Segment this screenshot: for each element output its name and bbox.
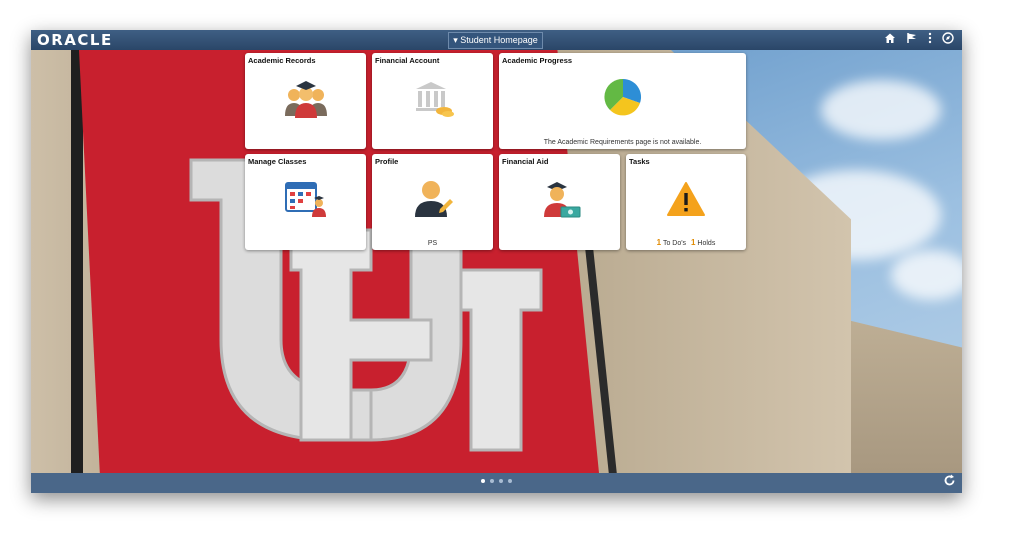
holds-count: 1 [691, 238, 696, 247]
tile-title: Profile [375, 157, 399, 166]
page-dot[interactable] [499, 479, 503, 483]
warning-icon [667, 182, 705, 216]
graduate-group-icon [285, 81, 327, 118]
profile-initials: PS [427, 240, 438, 247]
top-navigation-bar: ORACLE ▾ Student Homepage [31, 30, 962, 50]
todos-count: 1 [656, 238, 662, 247]
tile-title: Academic Progress [502, 56, 573, 65]
background-image [31, 50, 962, 473]
cloud [891, 250, 962, 300]
tile-title: Financial Aid [502, 157, 549, 166]
tile-title: Academic Records [248, 56, 316, 65]
tile-title: Financial Account [375, 56, 440, 65]
navbar-icon[interactable] [942, 32, 954, 48]
banner-edge [71, 50, 83, 473]
page-dot[interactable] [490, 479, 494, 483]
tile-academic-records[interactable]: Academic Records [245, 53, 366, 149]
cloud [821, 80, 941, 140]
tile-message: The Academic Requirements page is not av… [543, 139, 702, 146]
oracle-logo: ORACLE [37, 31, 113, 49]
bank-icon [416, 82, 454, 117]
page-dot[interactable] [508, 479, 512, 483]
graduate-money-icon [544, 182, 581, 218]
tile-financial-aid[interactable]: Financial Aid [499, 154, 620, 250]
page-dot[interactable] [481, 479, 485, 483]
page-indicator[interactable] [481, 479, 512, 483]
homepage-selector[interactable]: ▾ Student Homepage [448, 32, 543, 49]
user-edit-icon [415, 181, 453, 217]
tile-profile[interactable]: Profile PS [372, 154, 493, 250]
tile-academic-progress[interactable]: Academic Progress The Academic Requireme… [499, 53, 746, 149]
refresh-icon[interactable] [943, 474, 956, 490]
todos-label: To Do's [662, 240, 687, 247]
tile-tasks[interactable]: Tasks 1 To Do's 1 Holds [626, 154, 746, 250]
tile-title: Tasks [629, 157, 650, 166]
tile-title: Manage Classes [248, 157, 307, 166]
home-icon[interactable] [884, 32, 896, 48]
tile-manage-classes[interactable]: Manage Classes [245, 154, 366, 250]
app-window: ORACLE ▾ Student Homepage Academic Recor… [31, 30, 962, 493]
flag-icon[interactable] [906, 32, 918, 48]
more-icon[interactable] [928, 32, 932, 48]
tile-financial-account[interactable]: Financial Account [372, 53, 493, 149]
bottom-bar [31, 473, 962, 493]
holds-label: Holds [697, 240, 716, 247]
calendar-student-icon [285, 182, 326, 217]
tasks-summary: 1 To Do's 1 Holds [626, 238, 746, 247]
pie-chart-icon [604, 78, 642, 116]
